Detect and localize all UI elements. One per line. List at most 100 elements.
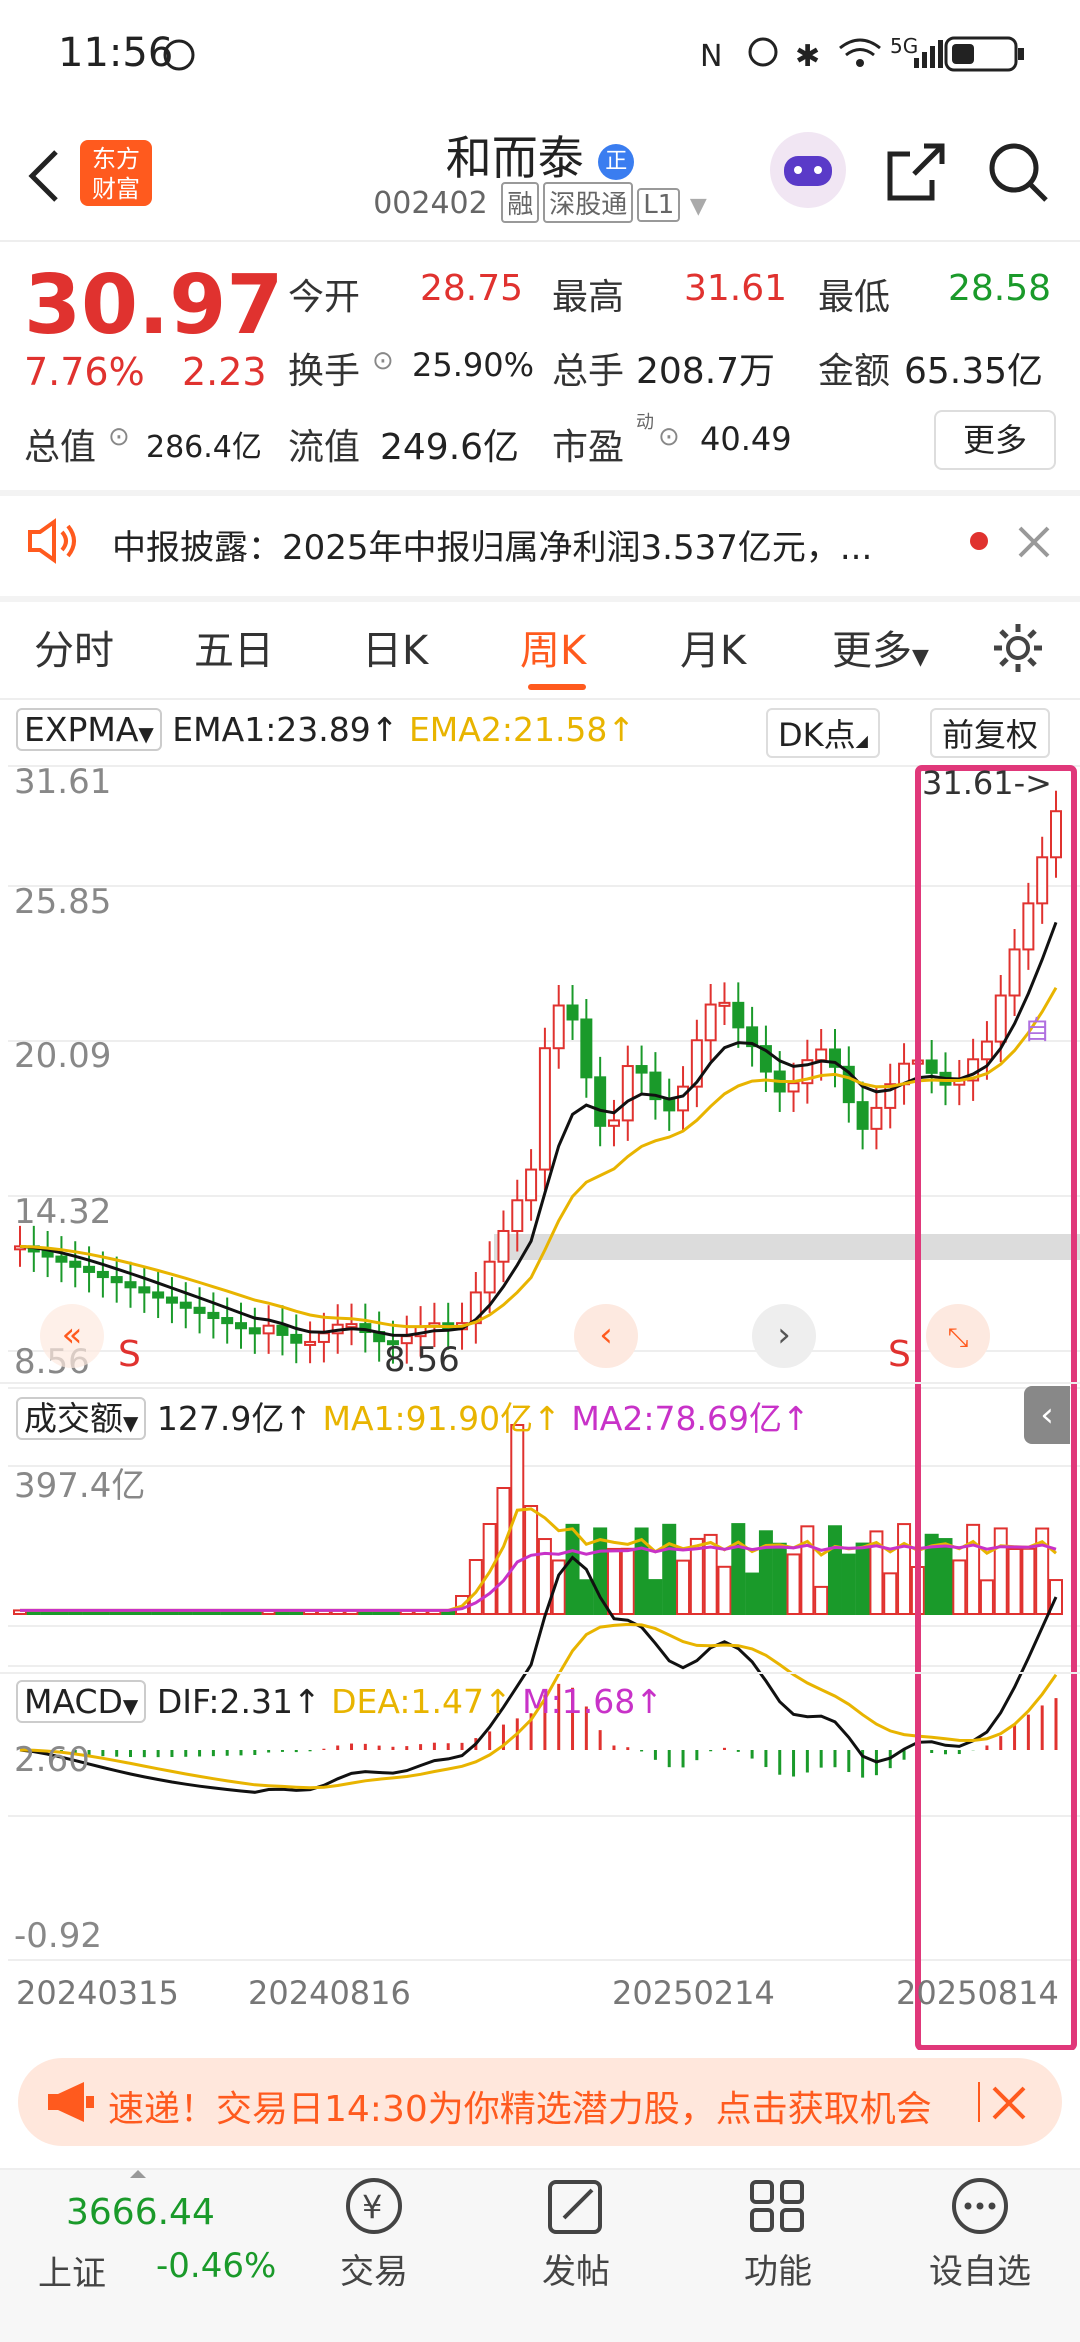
promo-text[interactable]: 速递！交易日14:30为你精选潜力股，点击获取机会	[108, 2080, 968, 2132]
index-value[interactable]: 3666.44	[66, 2192, 215, 2233]
current-price: 30.97	[24, 258, 284, 353]
close-icon[interactable]	[990, 2084, 1028, 2122]
candle-body	[594, 1076, 607, 1127]
search-icon[interactable]	[986, 140, 1050, 204]
volume-bar	[993, 1527, 1008, 1615]
candle-body	[980, 1040, 993, 1061]
low-label: 最低	[818, 277, 891, 318]
macd-axis-bottom: -0.92	[14, 1916, 102, 1956]
tag-margin: 融	[501, 182, 540, 223]
amount-label: 金额	[818, 351, 891, 392]
more-button[interactable]: 更多	[934, 410, 1056, 470]
rewind-button[interactable]: «	[40, 1304, 104, 1368]
volume-bar	[979, 1579, 994, 1616]
volume-bar	[676, 1559, 691, 1615]
tab-intraday[interactable]: 分时	[34, 618, 114, 676]
volume-bar	[662, 1523, 677, 1615]
candle-body	[607, 1119, 620, 1127]
dk-point-label: DK点	[778, 716, 856, 754]
candle-body	[96, 1270, 109, 1279]
low-marker: 8.56	[384, 1340, 460, 1380]
volume-bar	[855, 1542, 870, 1615]
volume-bar	[814, 1585, 829, 1616]
tab-weekly-k[interactable]: 周K	[520, 618, 586, 676]
nav-post-label: 发帖	[542, 2252, 610, 2292]
share-icon[interactable]	[884, 140, 948, 204]
next-button[interactable]: ›	[752, 1304, 816, 1368]
info-icon[interactable]: ⊙	[372, 346, 394, 376]
volume-bar	[1021, 1547, 1036, 1615]
candle-body	[718, 1001, 731, 1007]
nav-add-watchlist[interactable]: 设自选	[900, 2176, 1060, 2293]
high-marker: 31.61->	[922, 764, 1052, 802]
sell-signal: S	[118, 1334, 141, 1375]
tab-more[interactable]: 更多▼	[832, 618, 929, 676]
volume-bar	[827, 1525, 842, 1615]
tab-monthly-k[interactable]: 月K	[680, 618, 746, 676]
double-chevron-left-icon: «	[61, 1315, 83, 1355]
volume-indicator-selector[interactable]: 成交额▼	[16, 1397, 147, 1440]
candle-body	[207, 1311, 220, 1320]
volume-bar	[717, 1565, 732, 1615]
candle-body	[83, 1265, 96, 1273]
tab-more-label: 更多	[832, 628, 912, 674]
chevron-right-icon: ›	[777, 1315, 791, 1355]
support-band	[494, 1234, 1080, 1260]
robot-assistant-icon[interactable]	[770, 132, 846, 208]
info-icon[interactable]: ⊙	[658, 422, 680, 452]
hd-icon	[163, 39, 195, 71]
index-name[interactable]: 上证	[38, 2246, 106, 2295]
grid-icon	[750, 2180, 804, 2232]
adjust-button[interactable]: 前复权	[930, 708, 1051, 758]
nav-post[interactable]: 发帖	[496, 2176, 656, 2293]
tab-daily-k[interactable]: 日K	[362, 618, 428, 676]
macd-indicator-selector[interactable]: MACD▼	[16, 1680, 147, 1723]
date-label: 20240816	[248, 1974, 411, 2012]
notice-text[interactable]: 中报披露：2025年中报归属净利润3.537亿元，...	[112, 520, 872, 569]
ema1-line	[19, 921, 1058, 1337]
date-label: 20250214	[612, 1974, 775, 2012]
volume-bar	[620, 1547, 635, 1615]
ema2-line	[19, 986, 1058, 1329]
pe-value: 40.49	[700, 420, 792, 458]
candle-body	[262, 1324, 275, 1335]
candle-body	[538, 1047, 551, 1171]
status-icons: N ✱	[700, 36, 1024, 74]
candle-body	[663, 1098, 676, 1112]
tab-five-day[interactable]: 五日	[194, 618, 274, 676]
index-change: -0.46%	[156, 2246, 277, 2286]
price-axis-label: 20.09	[14, 1036, 112, 1076]
change-amount: 2.23	[182, 350, 267, 394]
candle-body	[193, 1306, 206, 1314]
candle-body	[925, 1059, 938, 1074]
info-icon[interactable]: ⊙	[108, 422, 130, 452]
nav-trade[interactable]: ¥ 交易	[294, 2176, 454, 2293]
megaphone-icon	[48, 2082, 94, 2122]
pe-label: 市盈	[552, 427, 625, 468]
candle-body	[994, 994, 1007, 1043]
prev-button[interactable]: ‹	[574, 1304, 638, 1368]
svg-text:✱: ✱	[795, 39, 820, 74]
candle-body	[248, 1327, 261, 1335]
dropdown-icon[interactable]: ▼	[690, 194, 707, 219]
main-indicator-selector[interactable]: EXPMA▼	[16, 708, 162, 751]
tag-connect: 深股通	[543, 182, 634, 223]
candle-body	[704, 1003, 717, 1042]
candle-body	[511, 1199, 524, 1232]
volume-indicator-row: 成交额▼ 127.9亿↑ MA1:91.90亿↑ MA2:78.69亿↑	[16, 1392, 810, 1440]
volume-bar	[579, 1579, 594, 1615]
volume-bar	[731, 1523, 746, 1615]
header-divider	[0, 240, 1080, 242]
fullscreen-button[interactable]: ⤡	[926, 1304, 990, 1368]
volume-ma1: MA1:91.90亿↑	[322, 1399, 561, 1438]
candle-body	[152, 1291, 165, 1299]
dk-point-button[interactable]: DK点◢	[766, 708, 880, 758]
open-value: 28.75	[420, 268, 524, 309]
collapse-panel-button[interactable]: ‹	[1024, 1386, 1070, 1444]
nav-trade-label: 交易	[340, 2252, 408, 2292]
gear-icon[interactable]	[990, 620, 1046, 676]
nav-functions[interactable]: 功能	[698, 2176, 858, 2293]
corner-triangle-icon: ◢	[855, 731, 868, 750]
close-icon[interactable]	[1016, 524, 1052, 560]
main-indicator-row: EXPMA▼ EMA1:23.89↑ EMA2:21.58↑	[16, 708, 635, 751]
